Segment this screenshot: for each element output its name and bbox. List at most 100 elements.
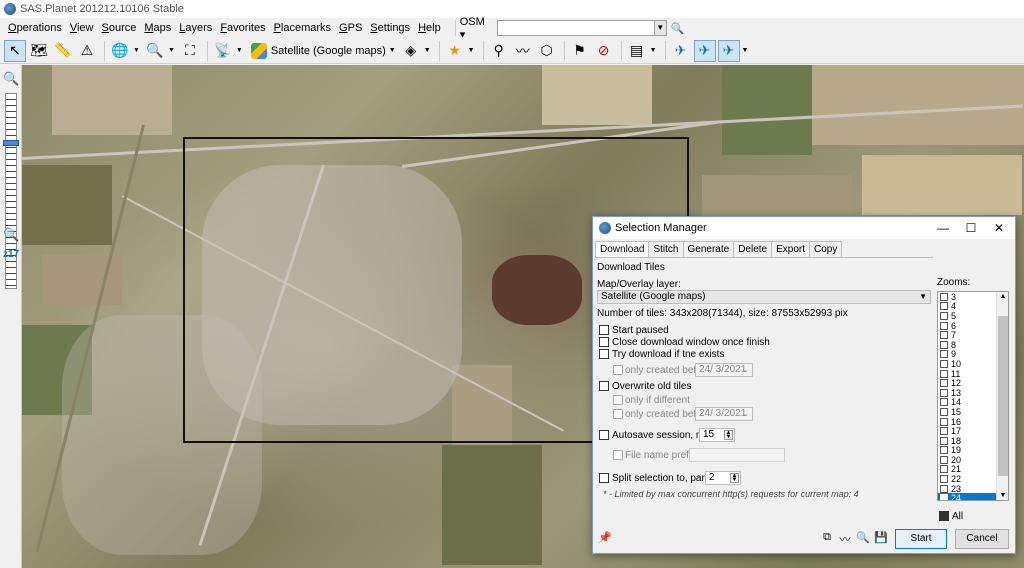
- spinner-arrows-icon[interactable]: ▲ ▼: [730, 473, 739, 483]
- menu-maps[interactable]: Maps: [140, 22, 175, 34]
- search-icon[interactable]: 🔍: [671, 22, 685, 35]
- zoom-checkbox[interactable]: [940, 350, 948, 359]
- layers-icon[interactable]: ◈: [400, 40, 422, 62]
- autosave-checkbox[interactable]: [599, 430, 609, 440]
- tab-export[interactable]: Export: [771, 241, 811, 257]
- autosave-spinner[interactable]: 15 ▲ ▼: [699, 428, 735, 442]
- close-button[interactable]: ✕: [985, 219, 1013, 237]
- zoom-icon[interactable]: 🔍: [144, 40, 166, 62]
- minimize-button[interactable]: —: [929, 219, 957, 237]
- zoom-checkbox[interactable]: [940, 340, 948, 349]
- overwrite-checkbox[interactable]: [599, 381, 609, 391]
- star-icon[interactable]: ★: [444, 40, 466, 62]
- zoom-checkbox[interactable]: [940, 292, 948, 301]
- placemark-icon[interactable]: ⚲: [488, 40, 510, 62]
- zoom-slider-thumb[interactable]: [3, 140, 19, 147]
- all-zooms-checkbox[interactable]: [939, 511, 949, 521]
- chevron-down-icon[interactable]: ▼: [236, 47, 243, 54]
- zoom-checkbox[interactable]: [940, 407, 948, 416]
- menu-favorites[interactable]: Favorites: [216, 22, 269, 34]
- file-prefix-input[interactable]: [689, 448, 785, 462]
- cancel-button[interactable]: Cancel: [955, 529, 1009, 549]
- start-paused-checkbox[interactable]: [599, 325, 609, 335]
- map-icon[interactable]: 🗺: [28, 40, 50, 62]
- zoom-checkbox[interactable]: [940, 465, 948, 474]
- tab-generate[interactable]: Generate: [682, 241, 735, 257]
- search-input[interactable]: ▼: [496, 20, 667, 36]
- chevron-down-icon[interactable]: ▼: [133, 47, 140, 54]
- only-if-different-checkbox[interactable]: [613, 395, 623, 405]
- ruler-icon[interactable]: 📏: [52, 40, 74, 62]
- compass-icon[interactable]: ⚠: [76, 40, 98, 62]
- zoom-checkbox[interactable]: [940, 446, 948, 455]
- zoom-icon[interactable]: 🔍: [855, 531, 871, 545]
- save-icon[interactable]: 💾: [873, 531, 889, 545]
- chevron-down-icon[interactable]: ▼: [468, 47, 475, 54]
- map-layer-select[interactable]: Satellite (Google maps) ▼: [597, 290, 931, 304]
- chevron-up-icon[interactable]: ▲: [998, 293, 1008, 300]
- zoom-checkbox[interactable]: [940, 417, 948, 426]
- chevron-down-icon[interactable]: ▼: [998, 492, 1008, 499]
- zoom-checkbox[interactable]: [940, 379, 948, 388]
- zoom-checkbox[interactable]: [940, 475, 948, 484]
- only-created-before-1-checkbox[interactable]: [613, 365, 623, 375]
- tab-stitch[interactable]: Stitch: [648, 241, 684, 257]
- menu-view[interactable]: View: [66, 22, 98, 34]
- zoom-checkbox[interactable]: [940, 427, 948, 436]
- copy-icon[interactable]: ⧉: [819, 531, 835, 545]
- zoom-checkbox[interactable]: [940, 455, 948, 464]
- spinner-arrows-icon[interactable]: ▲ ▼: [724, 430, 733, 440]
- menu-operations[interactable]: Operations: [4, 22, 66, 34]
- maximize-button[interactable]: ☐: [957, 219, 985, 237]
- map-source-button[interactable]: Satellite (Google maps) ▼: [247, 40, 400, 62]
- select-icon[interactable]: ↖: [4, 39, 26, 62]
- gps-track-icon[interactable]: ✈: [693, 39, 716, 62]
- pin-icon[interactable]: 📌: [597, 531, 613, 545]
- date-1-picker[interactable]: 24/ 3/2021 ⌄: [695, 363, 753, 377]
- label-icon[interactable]: ⚑: [569, 40, 591, 62]
- menu-settings[interactable]: Settings: [366, 22, 414, 34]
- zoom-checkbox[interactable]: [940, 359, 948, 368]
- path-icon[interactable]: 〰: [512, 40, 534, 62]
- split-checkbox[interactable]: [599, 473, 609, 483]
- chevron-down-icon[interactable]: ▼: [653, 21, 666, 35]
- zoom-checkbox[interactable]: [940, 369, 948, 378]
- date-2-picker[interactable]: 24/ 3/2021 ⌄: [695, 407, 753, 421]
- zoom-checkbox[interactable]: [940, 321, 948, 330]
- gps-icon[interactable]: ✈: [670, 40, 692, 62]
- menu-placemarks[interactable]: Placemarks: [270, 22, 335, 34]
- split-spinner[interactable]: 2 ▲ ▼: [705, 471, 741, 485]
- zoom-checkbox[interactable]: [940, 436, 948, 445]
- start-button[interactable]: Start: [895, 529, 947, 549]
- zoom-checkbox[interactable]: [940, 331, 948, 340]
- osm-search-source[interactable]: OSM ▾: [454, 16, 485, 41]
- fullscreen-icon[interactable]: ⛶: [179, 40, 201, 62]
- zoom-checkbox[interactable]: [940, 484, 948, 493]
- zoom-out-icon[interactable]: 🔍: [3, 227, 19, 243]
- list-icon[interactable]: ▤: [626, 40, 648, 62]
- zoom-checkbox[interactable]: [940, 388, 948, 397]
- polygon-icon[interactable]: ⬡: [536, 40, 558, 62]
- zooms-scrollbar[interactable]: ▲ ▼: [996, 292, 1008, 500]
- zoom-checkbox[interactable]: [940, 311, 948, 320]
- globe-icon[interactable]: 🌐: [109, 40, 131, 62]
- delete-icon[interactable]: ⊘: [593, 40, 615, 62]
- only-created-before-2-checkbox[interactable]: [613, 409, 623, 419]
- chevron-down-icon[interactable]: ▼: [424, 47, 431, 54]
- scrollbar-thumb[interactable]: [998, 316, 1008, 476]
- satellite-icon[interactable]: 📡: [212, 40, 234, 62]
- tab-copy[interactable]: Copy: [809, 241, 843, 257]
- menu-layers[interactable]: Layers: [175, 22, 216, 34]
- try-download-checkbox[interactable]: [599, 349, 609, 359]
- zoom-checkbox[interactable]: [940, 398, 948, 407]
- zoom-checkbox[interactable]: ✓: [940, 494, 948, 500]
- chevron-down-icon[interactable]: ▼: [742, 47, 749, 54]
- menu-gps[interactable]: GPS: [335, 22, 366, 34]
- zooms-list[interactable]: 3 4 5 6 7 8 9 10 11 12 13 14 15 16 17 18 19 20 21 22 23 ✓ 24 ▲…: [937, 291, 1009, 501]
- tab-download[interactable]: Download: [595, 241, 650, 258]
- zoom-checkbox[interactable]: [940, 302, 948, 311]
- path-icon[interactable]: 〰: [837, 531, 853, 546]
- zoom-in-icon[interactable]: 🔍: [3, 71, 19, 87]
- chevron-down-icon[interactable]: ▼: [650, 47, 657, 54]
- menu-source[interactable]: Source: [97, 22, 140, 34]
